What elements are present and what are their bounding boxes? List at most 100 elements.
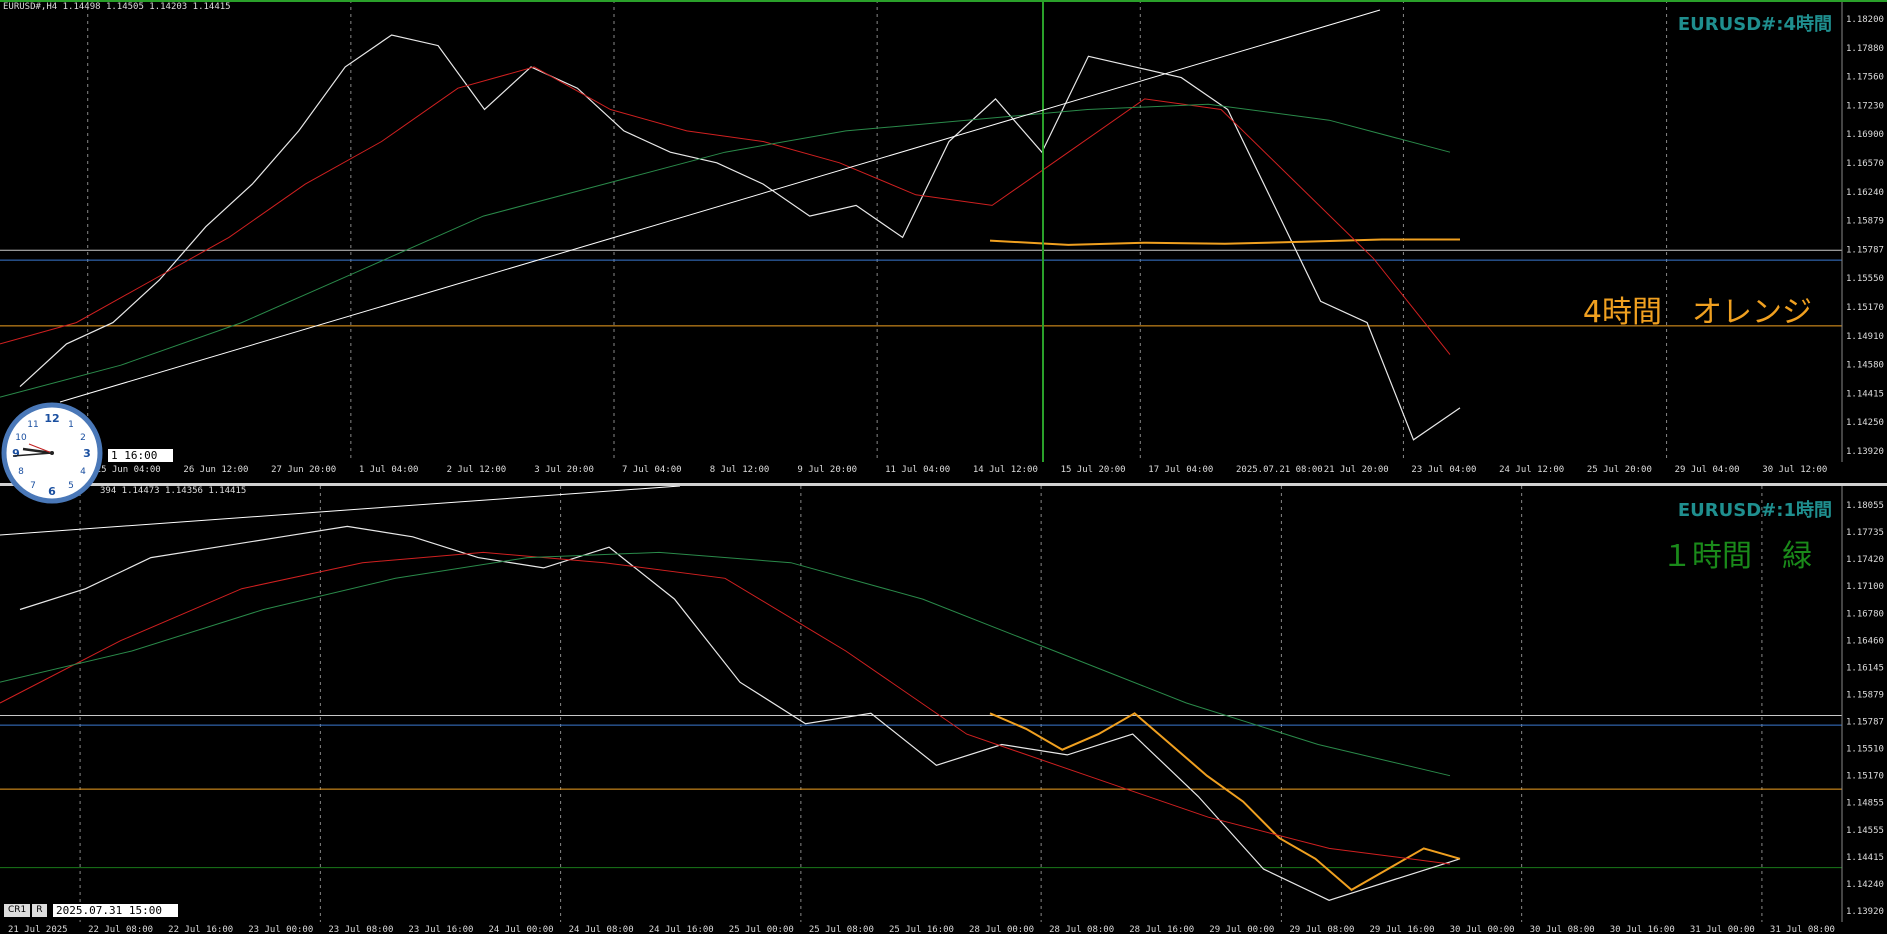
x-tick-label: 31 Jul 08:00 <box>1770 925 1835 934</box>
y-tick-label: 1.14910 <box>1846 332 1884 342</box>
x-tick-label: 26 Jun 12:00 <box>183 465 248 475</box>
x-tick-label: 23 Jul 08:00 <box>328 925 393 934</box>
x-tick-label: 27 Jun 20:00 <box>271 465 336 475</box>
x-tick-label: 29 Jul 16:00 <box>1369 925 1434 934</box>
x-tick-label: 25 Jun 04:00 <box>96 465 161 475</box>
svg-text:8: 8 <box>18 467 24 477</box>
x-tick-label: 11 Jul 04:00 <box>885 465 950 475</box>
x-tick-label: 25 Jul 16:00 <box>889 925 954 934</box>
y-tick-label: 1.14855 <box>1846 799 1884 809</box>
ma-fast-line <box>0 66 1451 355</box>
x-tick-label: 25 Jul 00:00 <box>729 925 794 934</box>
svg-text:4: 4 <box>80 467 86 477</box>
x-tick-label: 23 Jul 04:00 <box>1411 465 1476 475</box>
top-time-box: 1 16:00 <box>108 449 173 462</box>
y-tick-label: 1.13920 <box>1846 907 1884 917</box>
x-tick-label: 25 Jul 20:00 <box>1587 465 1652 475</box>
y-tick-label: 1.15879 <box>1846 690 1884 700</box>
x-tick-label: 29 Jul 08:00 <box>1289 925 1354 934</box>
r-button[interactable]: R <box>32 904 47 917</box>
x-tick-label: 15 Jul 20:00 <box>1061 465 1126 475</box>
y-tick-label: 1.15170 <box>1846 772 1884 782</box>
x-tick-label: 22 Jul 08:00 <box>88 925 153 934</box>
y-tick-label: 1.16900 <box>1846 130 1884 140</box>
x-tick-label: 25 Jul 08:00 <box>809 925 874 934</box>
y-tick-label: 1.18055 <box>1846 501 1884 511</box>
y-tick-label: 1.17560 <box>1846 73 1884 83</box>
y-tick-label: 1.17735 <box>1846 528 1884 538</box>
zigzag-line <box>989 238 1460 246</box>
y-tick-label: 1.15550 <box>1846 274 1884 284</box>
y-tick-label: 1.17230 <box>1846 101 1884 111</box>
chart-title: EURUSD#:4時間 <box>1678 14 1832 35</box>
y-tick-label: 1.16240 <box>1846 188 1884 198</box>
x-tick-label: 29 Jul 04:00 <box>1675 465 1740 475</box>
y-tick-label: 1.15510 <box>1846 745 1884 755</box>
y-tick-label: 1.14555 <box>1846 826 1884 836</box>
x-tick-label: 22 Jul 16:00 <box>168 925 233 934</box>
svg-text:2: 2 <box>80 433 86 443</box>
x-tick-label: 7 Jul 04:00 <box>622 465 682 475</box>
x-tick-label: 29 Jul 00:00 <box>1209 925 1274 934</box>
y-tick-label: 1.14415 <box>1846 389 1884 399</box>
x-tick-label: 28 Jul 16:00 <box>1129 925 1194 934</box>
price-line <box>19 34 1461 441</box>
y-tick-label: 1.14250 <box>1846 418 1884 428</box>
x-tick-label: 30 Jul 16:00 <box>1610 925 1675 934</box>
y-tick-label: 1.14415 <box>1846 853 1884 863</box>
cr1-button[interactable]: CR1 <box>4 904 31 917</box>
x-tick-label: 24 Jul 16:00 <box>649 925 714 934</box>
y-tick-label: 1.17420 <box>1846 555 1884 565</box>
x-tick-label: 23 Jul 16:00 <box>408 925 473 934</box>
y-tick-label: 1.14240 <box>1846 880 1884 890</box>
price-line <box>19 525 1461 901</box>
x-tick-label: 8 Jul 12:00 <box>710 465 770 475</box>
svg-text:1: 1 <box>68 420 74 430</box>
y-tick-label: 1.15879 <box>1846 217 1884 227</box>
svg-text:10: 10 <box>15 433 27 443</box>
x-tick-label: 9 Jul 20:00 <box>797 465 857 475</box>
y-tick-label: 1.15787 <box>1846 718 1884 728</box>
chart-note: １時間 緑 <box>1662 539 1812 574</box>
x-tick-label: 21 Jul 2025 <box>8 925 68 934</box>
y-tick-label: 1.17100 <box>1846 582 1884 592</box>
x-tick-label: 30 Jul 00:00 <box>1450 925 1515 934</box>
x-tick-label: 30 Jul 08:00 <box>1530 925 1595 934</box>
svg-text:5: 5 <box>68 481 74 491</box>
svg-text:6: 6 <box>48 485 56 498</box>
svg-text:7: 7 <box>30 481 36 491</box>
y-tick-label: 1.16570 <box>1846 159 1884 169</box>
x-tick-label: 24 Jul 12:00 <box>1499 465 1564 475</box>
x-tick-label: 31 Jul 00:00 <box>1690 925 1755 934</box>
y-tick-label: 1.15787 <box>1846 245 1884 255</box>
bottom-time-box: 2025.07.31 15:00 <box>53 904 178 917</box>
bottom-buttons: CR1 R <box>4 904 47 917</box>
x-tick-label: 23 Jul 00:00 <box>248 925 313 934</box>
y-tick-label: 1.16145 <box>1846 663 1884 673</box>
x-tick-label: 3 Jul 20:00 <box>534 465 594 475</box>
svg-text:9: 9 <box>12 447 20 460</box>
x-tick-label: 28 Jul 00:00 <box>969 925 1034 934</box>
y-tick-label: 1.14580 <box>1846 361 1884 371</box>
bottom-chart-info: 394 1.14473 1.14356 1.14415 <box>100 486 247 496</box>
pane-separator[interactable] <box>0 483 1887 486</box>
chart-note: 4時間 オレンジ <box>1583 295 1812 330</box>
x-tick-label: 1 Jul 04:00 <box>359 465 419 475</box>
trend-line <box>59 9 1381 403</box>
x-tick-label: 21 Jul 20:00 <box>1324 465 1389 475</box>
x-tick-label: 17 Jul 04:00 <box>1148 465 1213 475</box>
y-tick-label: 1.16460 <box>1846 636 1884 646</box>
svg-text:3: 3 <box>83 447 91 460</box>
x-tick-label: 24 Jul 00:00 <box>489 925 554 934</box>
x-tick-label: 30 Jul 12:00 <box>1762 465 1827 475</box>
y-tick-label: 1.16780 <box>1846 609 1884 619</box>
svg-text:12: 12 <box>44 412 59 425</box>
y-tick-label: 1.18200 <box>1846 15 1884 25</box>
y-tick-label: 1.15170 <box>1846 303 1884 313</box>
x-tick-label: 24 Jul 08:00 <box>569 925 634 934</box>
chart-canvas[interactable]: 23 Jun 20:0025 Jun 04:0026 Jun 12:0027 J… <box>0 0 1887 934</box>
chart-title: EURUSD#:1時間 <box>1678 500 1832 521</box>
zigzag-line <box>989 712 1461 892</box>
svg-text:11: 11 <box>27 420 38 430</box>
x-tick-label: 2 Jul 12:00 <box>447 465 507 475</box>
